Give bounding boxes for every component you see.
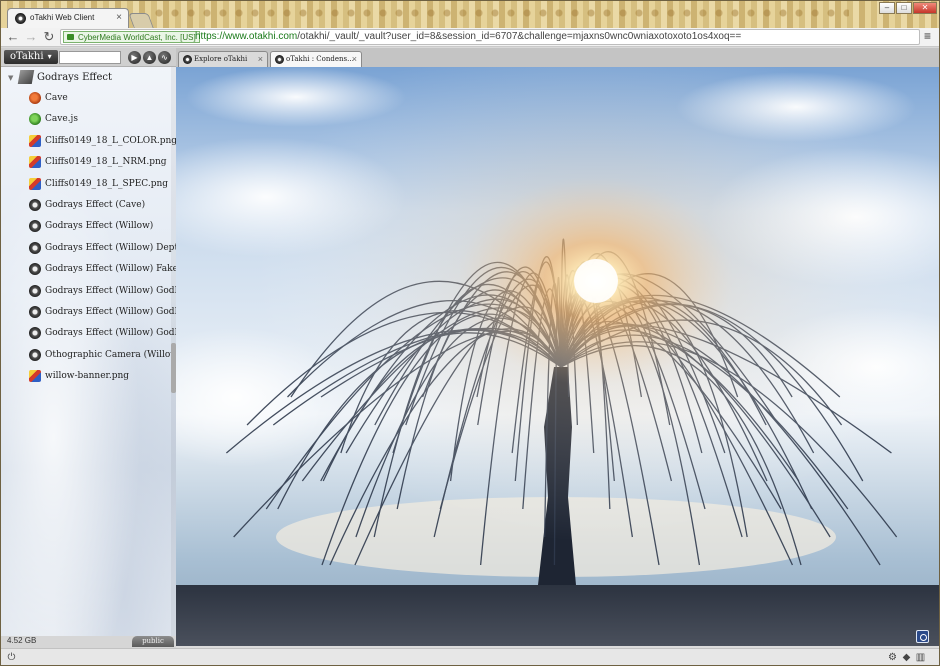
tree-root[interactable]: ▼ Godrays Effect <box>1 69 176 89</box>
object-icon <box>29 284 41 297</box>
upload-circle-icon[interactable]: ▲ <box>143 51 156 64</box>
url-text: https://www.otakhi.com/otakhi/_vault/_va… <box>195 31 741 42</box>
tree-item-label: Cliffs0149_18_L_NRM.png <box>45 157 167 168</box>
object-icon <box>29 348 41 361</box>
godrays-scene <box>176 67 939 646</box>
tree-item[interactable]: Godrays Effect (Cave) <box>1 196 176 217</box>
brand-label: oTakhi <box>10 51 44 62</box>
new-tab-button[interactable] <box>128 13 154 28</box>
expand-triangle-icon[interactable]: ▼ <box>8 74 13 82</box>
tree-item-label: Othographic Camera (Willow) D <box>45 349 176 360</box>
close-window-button[interactable]: ✕ <box>913 2 937 14</box>
tree-root-label: Godrays Effect <box>37 72 113 83</box>
gear-icon[interactable]: ⚙ <box>887 652 898 663</box>
tree-item-label: Godrays Effect (Willow) GodRay <box>45 285 176 296</box>
tree-item-label: Godrays Effect (Willow) FakeSu <box>45 264 176 275</box>
tab-condensed[interactable]: oTakhi : Condens... × <box>270 51 362 67</box>
object-icon <box>29 263 41 276</box>
3d-viewport[interactable] <box>176 67 939 646</box>
image-file-icon <box>29 177 41 190</box>
tree-item-label: Cave <box>45 93 68 103</box>
maximize-button[interactable]: □ <box>896 2 912 14</box>
object-icon <box>29 327 41 340</box>
tab-label: Explore oTakhi <box>194 55 248 63</box>
tree-item-label: Godrays Effect (Willow) <box>45 221 154 232</box>
chevron-down-icon: ▾ <box>47 52 52 61</box>
tab-label: oTakhi : Condens... <box>286 55 354 63</box>
tree-item[interactable]: Cliffs0149_18_L_COLOR.png <box>1 132 176 153</box>
cube-icon[interactable]: ◆ <box>901 652 912 663</box>
tree-item-label: Godrays Effect (Cave) <box>45 199 146 210</box>
storage-size: 4.52 GB <box>7 636 37 645</box>
object-icon <box>29 220 41 233</box>
tree-item[interactable]: Cliffs0149_18_L_SPEC.png <box>1 175 176 196</box>
tree-item-label: Godrays Effect (Willow) Depth N <box>45 242 176 253</box>
tree-item[interactable]: Cave <box>1 89 176 110</box>
script-icon <box>29 113 41 126</box>
minimize-button[interactable]: – <box>879 2 895 14</box>
viewport-settings-icon[interactable] <box>916 630 929 643</box>
public-tab[interactable]: public <box>132 636 174 647</box>
close-tab-icon[interactable]: × <box>352 54 357 64</box>
title-bar: oTakhi Web Client × – □ ✕ <box>1 1 939 28</box>
close-tab-icon[interactable]: × <box>116 12 122 23</box>
tree-item[interactable]: Cliffs0149_18_L_NRM.png <box>1 153 176 174</box>
tree-item-label: Cliffs0149_18_L_SPEC.png <box>45 178 169 189</box>
reload-icon[interactable]: ↻ <box>41 29 57 45</box>
tree-item[interactable]: Godrays Effect (Willow) <box>1 217 176 238</box>
tree-item[interactable]: willow-banner.png <box>1 367 176 388</box>
tree-item[interactable]: Godrays Effect (Willow) GodRa <box>1 324 176 345</box>
url-path: /otakhi/_vault/_vault?user_id=8&session_… <box>297 31 742 42</box>
forward-circle-icon[interactable]: ▶ <box>128 51 141 64</box>
sidebar-header: oTakhi ▾ ▶ ▲ ∿ <box>1 48 176 67</box>
tree-item[interactable]: Othographic Camera (Willow) D <box>1 346 176 367</box>
image-file-icon <box>29 156 41 169</box>
otakhi-favicon-icon <box>15 13 26 24</box>
object-icon <box>29 241 41 254</box>
tree-item-label: willow-banner.png <box>45 371 130 382</box>
menu-icon[interactable]: ≡ <box>924 29 931 43</box>
browser-tab-title: oTakhi Web Client <box>30 13 95 22</box>
url-host: https://www.otakhi.com <box>195 31 298 42</box>
close-tab-icon[interactable]: × <box>258 54 263 64</box>
image-file-icon <box>29 370 41 383</box>
tree-item-label: Cliffs0149_18_L_COLOR.png <box>45 135 176 146</box>
sidebar-search-input[interactable] <box>59 51 121 64</box>
tree-item[interactable]: Godrays Effect (Willow) GodRay <box>1 282 176 303</box>
status-bar: ⏻ ⚙ ◆ ▥ <box>1 648 939 665</box>
otakhi-favicon-icon <box>275 55 284 64</box>
sidebar-scrollbar[interactable] <box>171 67 176 636</box>
tree-item[interactable]: Godrays Effect (Willow) Depth N <box>1 239 176 260</box>
image-file-icon <box>29 134 41 147</box>
link-circle-icon[interactable]: ∿ <box>158 51 171 64</box>
tree-item-label: Godrays Effect (Willow) GodRay <box>45 306 176 317</box>
sidebar-footer: 4.52 GB public <box>1 636 176 648</box>
app-area: oTakhi ▾ ▶ ▲ ∿ ▼ Godrays Effect Cave Cave.… <box>1 48 939 665</box>
object-icon <box>29 198 41 211</box>
tree-item[interactable]: Cave.js <box>1 110 176 131</box>
folder-icon <box>17 70 35 84</box>
address-toolbar: ← → ↻ CyberMedia WorldCast, Inc. [US] ht… <box>1 28 939 47</box>
sidebar: oTakhi ▾ ▶ ▲ ∿ ▼ Godrays Effect Cave Cave.… <box>1 48 176 648</box>
scrollbar-thumb[interactable] <box>171 343 176 393</box>
forward-arrow-icon[interactable]: → <box>23 29 39 45</box>
certificate-badge[interactable]: CyberMedia WorldCast, Inc. [US] <box>63 31 200 43</box>
content-tab-strip: Explore oTakhi × oTakhi : Condens... × <box>176 48 939 67</box>
file-tree: ▼ Godrays Effect Cave Cave.js Cliffs0149_1… <box>1 69 176 388</box>
otakhi-favicon-icon <box>183 55 192 64</box>
tree-item-label: Godrays Effect (Willow) GodRa <box>45 328 176 339</box>
address-bar[interactable]: CyberMedia WorldCast, Inc. [US] https://… <box>60 29 920 45</box>
tree-item-label: Cave.js <box>45 114 78 125</box>
tree-item[interactable]: Godrays Effect (Willow) GodRay <box>1 303 176 324</box>
scene-icon <box>29 92 41 104</box>
brand-menu-button[interactable]: oTakhi ▾ <box>4 50 58 64</box>
tab-explore[interactable]: Explore oTakhi × <box>178 51 268 67</box>
tree-item[interactable]: Godrays Effect (Willow) FakeSu <box>1 260 176 281</box>
power-icon[interactable]: ⏻ <box>6 652 17 663</box>
object-icon <box>29 305 41 318</box>
browser-tab[interactable]: oTakhi Web Client × <box>7 8 129 28</box>
browser-window: oTakhi Web Client × – □ ✕ ← → ↻ CyberMed… <box>0 0 940 666</box>
panel-icon[interactable]: ▥ <box>915 652 926 663</box>
back-arrow-icon[interactable]: ← <box>5 29 21 45</box>
